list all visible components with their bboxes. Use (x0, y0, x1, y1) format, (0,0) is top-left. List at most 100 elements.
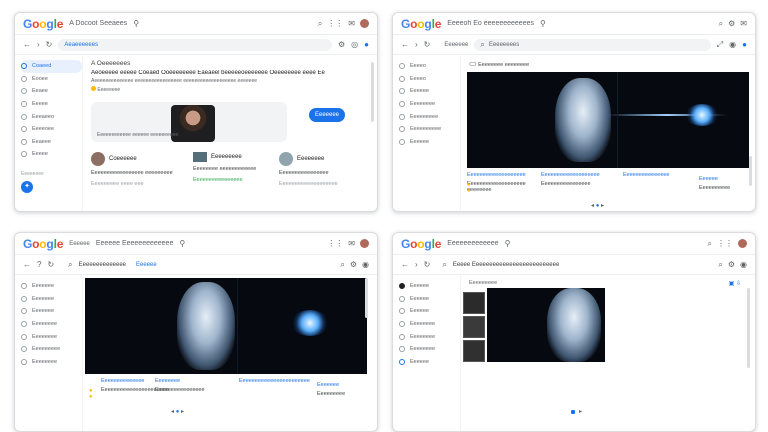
sidebar-item[interactable]: Eeeeeee (21, 305, 82, 318)
prev-icon[interactable]: ◂ (591, 203, 594, 209)
next-icon[interactable]: ▸ (601, 203, 604, 209)
prev-icon[interactable]: ◂ (171, 409, 174, 415)
bell-icon[interactable]: ✉ (348, 239, 355, 248)
sidebar-item[interactable]: Eeeeeee (21, 280, 82, 293)
next-icon[interactable]: ▸ (181, 409, 184, 415)
back-icon[interactable]: ← (401, 40, 409, 49)
forward-icon[interactable]: › (37, 40, 40, 49)
search-query[interactable]: Eeeeeeeeeeeeee (79, 262, 126, 268)
bell-icon[interactable]: ✉ (348, 19, 355, 28)
pin-icon[interactable]: ⚲ (133, 19, 139, 28)
settings-icon[interactable]: ⚙ (350, 260, 357, 269)
caption[interactable]: Eeeeeeeeeeeeeeeeeee Eeeeeeeeeeeeeeee (541, 172, 611, 187)
search-icon[interactable]: ⌕ (718, 260, 722, 269)
video-player[interactable] (85, 278, 367, 374)
sidebar-item[interactable]: Eooee (21, 73, 82, 86)
sidebar-item[interactable]: Eeeeee (399, 136, 460, 149)
thumbnail[interactable] (463, 316, 485, 338)
tab-label[interactable]: Eeeeeee (444, 42, 468, 48)
next-icon[interactable]: ▸ (579, 408, 582, 415)
avatar[interactable] (360, 19, 369, 28)
share-icon[interactable]: ▣ (729, 281, 735, 287)
hero-card[interactable]: Eeeeeeeeeeee eeeeee eeeeeeeeee (91, 102, 287, 142)
caption[interactable]: Eeeeeeee Eeeeeeeeeeeeeeee (155, 378, 225, 393)
sidebar-item[interactable]: Eeeeeeee (21, 330, 82, 343)
avatar[interactable] (738, 239, 747, 248)
reload-icon[interactable]: ↻ (424, 260, 431, 269)
account-icon[interactable]: ● (742, 40, 747, 49)
search-icon[interactable]: ⌕ (340, 260, 344, 269)
reload-icon[interactable]: ↻ (424, 40, 431, 49)
sidebar-item[interactable]: Eeeeo (399, 73, 460, 86)
caption[interactable]: Eeeeeeeeeeeeeeeeeeeeeee (239, 378, 310, 384)
sidebar-item[interactable]: Eeeeeeeee (399, 110, 460, 123)
caption[interactable]: Eeeeeeeeeeeeeeeeeee Eeeeeeeeeeeeeeeeeee e… (467, 172, 537, 193)
sidebar-item[interactable]: Eeeeee (399, 293, 460, 306)
tab-label[interactable]: Eeeeee (69, 241, 90, 247)
search-icon[interactable]: ⌕ (68, 260, 72, 269)
pin-icon[interactable]: ⚲ (540, 19, 546, 28)
page-dot-icon[interactable] (571, 410, 575, 414)
sidebar-item[interactable]: Eeeaeeo (21, 110, 82, 123)
google-logo[interactable]: Google (401, 237, 441, 251)
sidebar-item[interactable]: Eeeeee (399, 85, 460, 98)
sidebar-item[interactable]: Eeeeeeee (399, 330, 460, 343)
sidebar-item[interactable]: Eeeeeeeeee (399, 123, 460, 136)
star-icon[interactable]: ● (89, 394, 93, 400)
search-icon[interactable]: ⌕ (708, 239, 712, 248)
caption[interactable]: Eeeeeee Eeeeeeeee (317, 382, 367, 397)
scrollbar[interactable] (365, 278, 368, 318)
page-dot-icon[interactable]: ● (596, 203, 600, 209)
share-icon[interactable]: ⤢ (717, 40, 723, 49)
scrollbar[interactable] (371, 62, 374, 122)
sidebar-item[interactable]: Eeeeeeee (21, 356, 82, 369)
caption[interactable]: Eeeeee Eeeeeeeeee (699, 176, 749, 191)
download-icon[interactable]: ⇩ (736, 281, 741, 287)
search-query[interactable]: Eeeee Eeeeeeeeeeeeeeeeeeeeeeeeee (453, 262, 559, 268)
settings-icon[interactable]: ⚙ (728, 19, 735, 28)
apps-icon[interactable]: ⋮⋮ (717, 239, 733, 248)
hero-button[interactable]: Eeeeeee (309, 108, 345, 122)
sidebar-item[interactable]: Coaeed (21, 60, 82, 73)
sidebar-item[interactable]: Eeeeee (399, 356, 460, 369)
assistant-icon[interactable]: ✦ (21, 180, 33, 193)
back-icon[interactable]: ← (23, 260, 31, 269)
image-preview[interactable] (487, 288, 605, 362)
sidebar-item[interactable]: Eeaeee (21, 136, 82, 149)
sidebar-item[interactable]: Eeeeee (399, 280, 460, 293)
avatar[interactable] (360, 239, 369, 248)
sidebar-item[interactable]: Eeeeeeee (399, 98, 460, 111)
sidebar-item[interactable]: Eeeeee (399, 305, 460, 318)
sidebar-item[interactable]: Eeeeeeee (399, 318, 460, 331)
sidebar-item[interactable]: Eeeee (21, 98, 82, 111)
google-logo[interactable]: Google (23, 17, 63, 31)
bell-icon[interactable]: ✉ (740, 19, 747, 28)
sidebar-item[interactable]: Eeeeeee (21, 293, 82, 306)
article-card[interactable]: Coeeeeee Eeeeeeeeeeeeeeeee eeeeeeeee Eee… (91, 152, 185, 187)
settings-icon[interactable]: ◎ (351, 40, 358, 49)
headline[interactable]: Aeoeeeee eeeee Coeaed Ooeeeeeeee Eaeaeel… (91, 70, 369, 76)
forward-icon[interactable]: ? (37, 260, 41, 269)
apps-icon[interactable]: ⋮⋮ (327, 19, 343, 28)
account-icon[interactable]: ◉ (740, 260, 747, 269)
google-logo[interactable]: Google (401, 17, 441, 31)
reload-icon[interactable]: ↻ (47, 260, 54, 269)
search-icon[interactable]: ⌕ (318, 19, 322, 28)
thumbnail[interactable] (463, 340, 485, 362)
page-dot-icon[interactable]: ● (176, 409, 180, 415)
sidebar-item[interactable]: Eeeeeeeee (21, 343, 82, 356)
reload-icon[interactable]: ↻ (46, 40, 53, 49)
article-card[interactable]: Eeeeeeeee Eeeeeeee eeeeeeeeeeee Eeeeeeee… (193, 152, 269, 183)
forward-icon[interactable]: › (415, 260, 418, 269)
filter-icon[interactable]: ⚙ (338, 40, 345, 49)
video-player[interactable] (467, 72, 749, 168)
article-card[interactable]: Eeeeeeee Eeeeeeeeeeeeeeee Eeeeeeeeeeeeee… (279, 152, 355, 187)
scrollbar[interactable] (749, 156, 752, 186)
sidebar-item[interactable]: Eeaee (21, 85, 82, 98)
account-icon[interactable]: ◉ (362, 260, 369, 269)
sidebar-item[interactable]: Eeeee (21, 148, 82, 161)
search-input[interactable]: Aeaeeeeees (58, 38, 332, 51)
thumbnail[interactable] (463, 292, 485, 314)
sidebar-item[interactable]: Eeeeo (399, 60, 460, 73)
search-icon[interactable]: ⌕ (442, 260, 446, 269)
